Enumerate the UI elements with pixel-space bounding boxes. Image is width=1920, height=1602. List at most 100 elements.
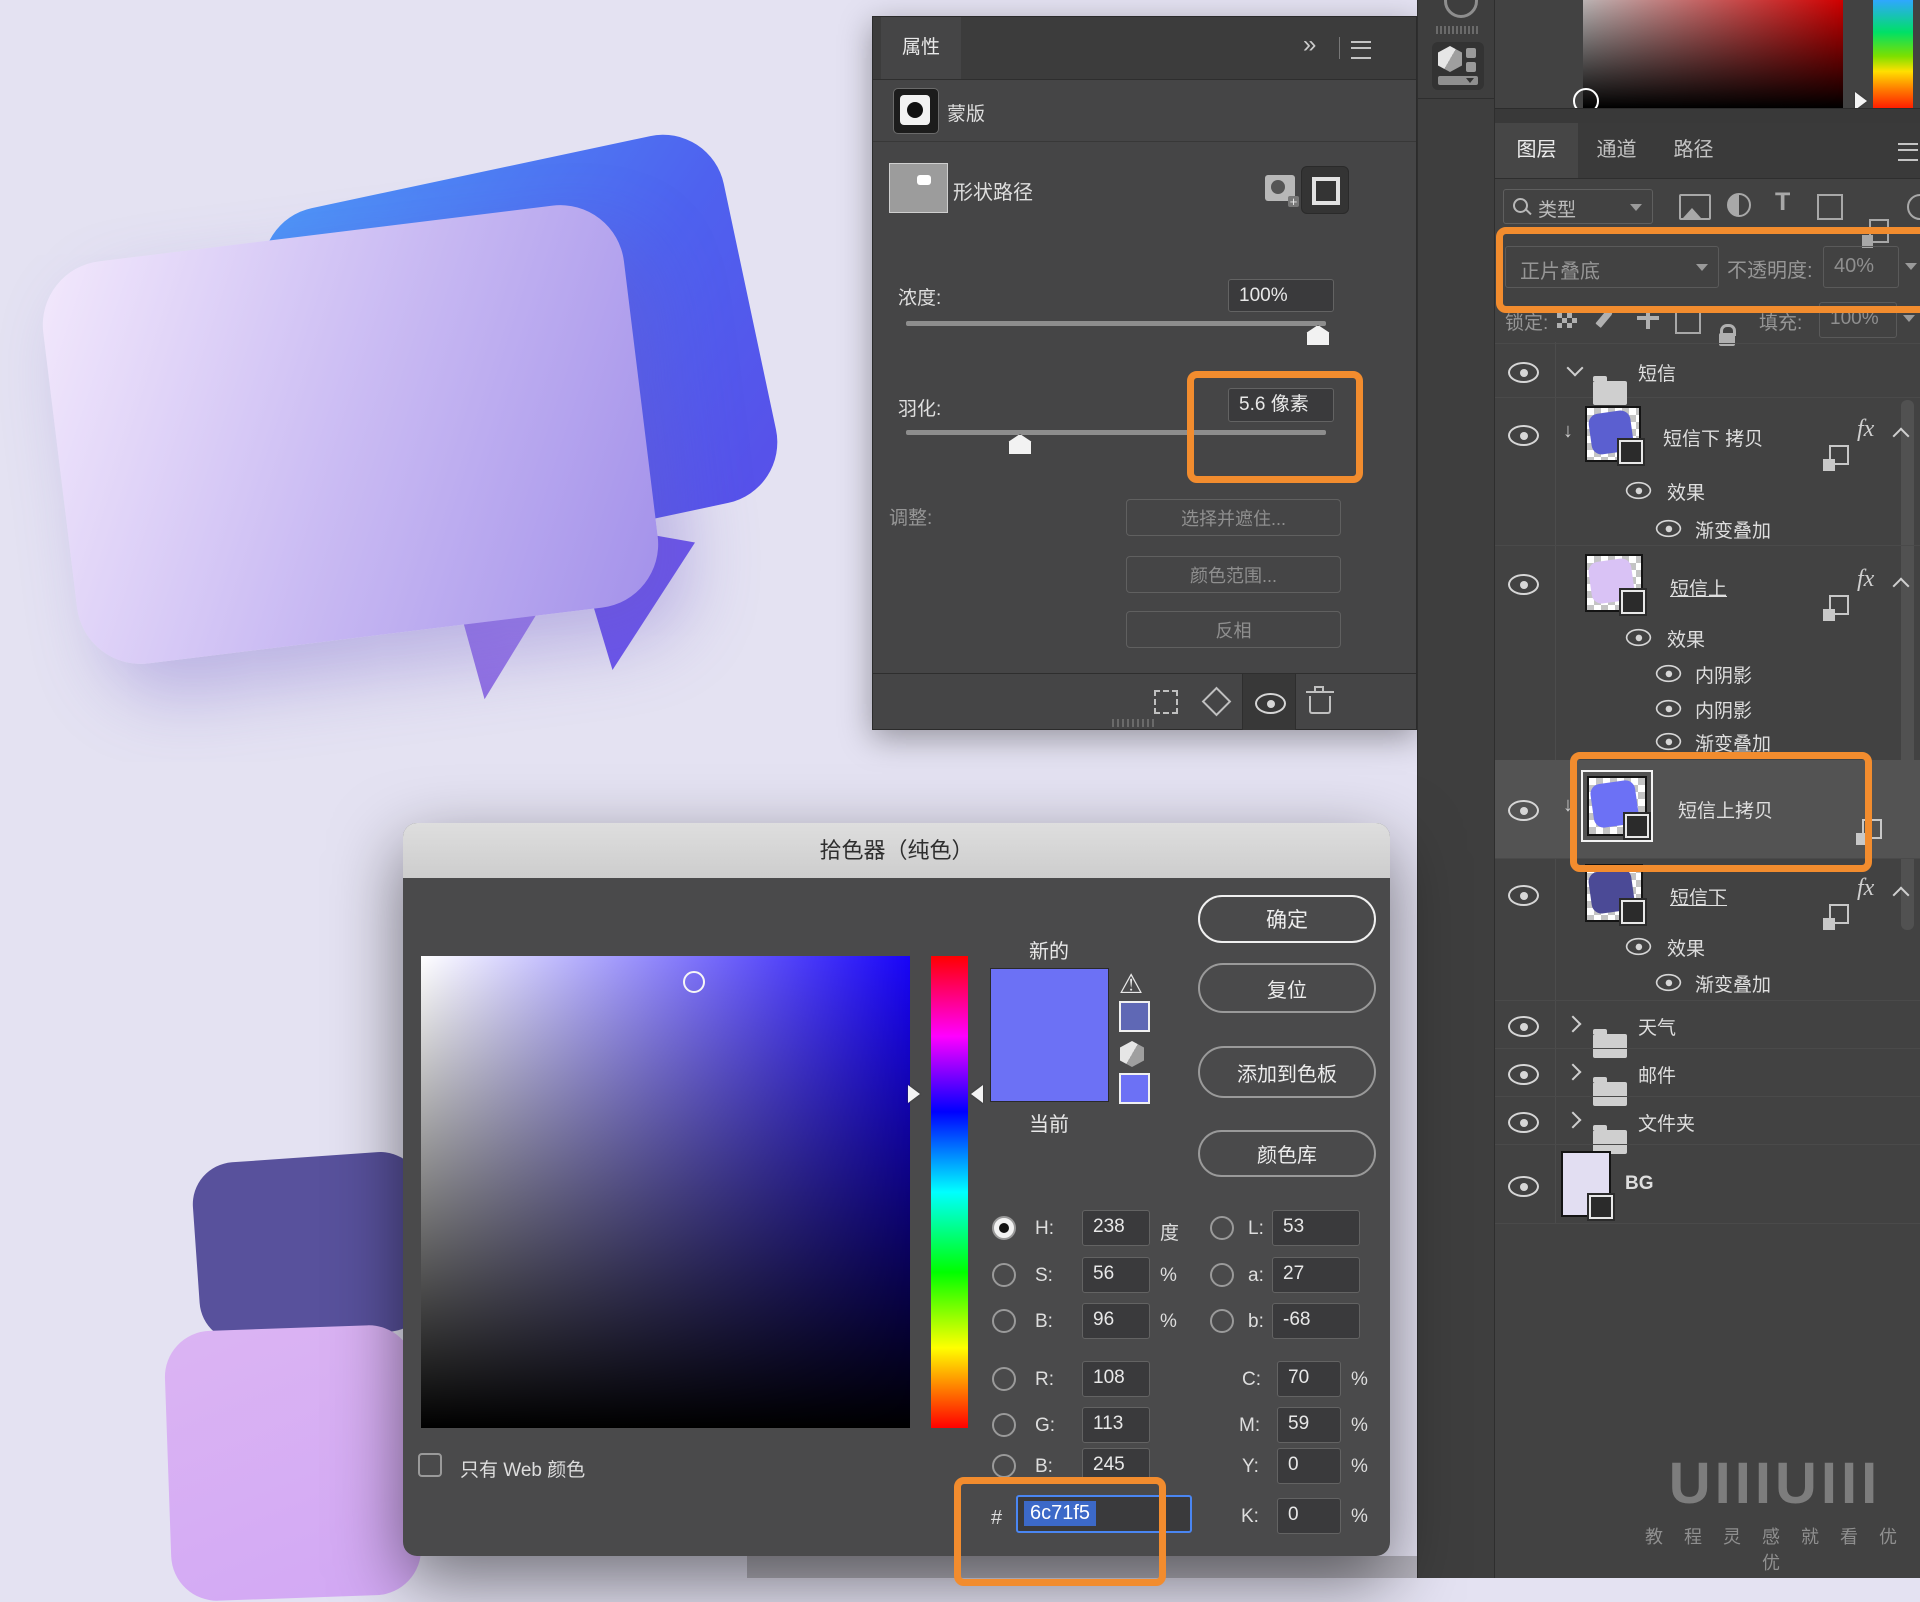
filter-adjustment-icon[interactable] — [1727, 193, 1751, 217]
field-r-input[interactable]: 108 — [1082, 1361, 1150, 1397]
group-expand-chevron-icon[interactable] — [1567, 360, 1584, 377]
reset-button[interactable]: 复位 — [1198, 963, 1376, 1013]
layer-row-duanxinshang[interactable]: 短信上 fx — [1495, 548, 1920, 618]
opacity-value-box[interactable]: 40% — [1823, 246, 1899, 288]
color-panel-hue-strip[interactable] — [1873, 0, 1913, 108]
load-selection-icon[interactable] — [1154, 690, 1178, 714]
web-colors-only-checkbox[interactable] — [418, 1453, 442, 1477]
layer-name[interactable]: 邮件 — [1638, 1061, 1676, 1088]
color-panel-field[interactable] — [1583, 0, 1843, 108]
field-a-input[interactable]: 27 — [1272, 1257, 1360, 1293]
lock-paint-icon[interactable] — [1595, 308, 1613, 328]
effect-item-row[interactable]: 内阴影 — [1495, 655, 1920, 690]
layer-row-group-tianqi[interactable]: 天气 — [1495, 1000, 1920, 1048]
group-collapsed-chevron-icon[interactable] — [1565, 1112, 1582, 1129]
density-slider-track[interactable] — [906, 321, 1326, 326]
effect-eye-icon[interactable] — [1656, 520, 1681, 537]
layers-panel-menu-icon[interactable] — [1898, 143, 1918, 161]
effects-row[interactable]: 效果 — [1495, 618, 1920, 655]
add-mask-icon[interactable] — [1265, 175, 1295, 201]
field-g-input[interactable]: 113 — [1082, 1407, 1150, 1443]
collapse-effects-chevron-icon[interactable] — [1893, 887, 1910, 904]
radio-l[interactable] — [1210, 1216, 1234, 1240]
field-h-input[interactable]: 238 — [1082, 1210, 1150, 1246]
effect-item-row[interactable]: 渐变叠加 — [1495, 964, 1920, 999]
effects-row[interactable]: 效果 — [1495, 470, 1920, 510]
tab-paths[interactable]: 路径 — [1655, 123, 1732, 178]
select-and-mask-button[interactable]: 选择并遮住... — [1126, 499, 1341, 536]
fill-dropdown-arrow[interactable] — [1903, 315, 1915, 322]
hue-strip[interactable] — [931, 956, 968, 1428]
lock-transparency-icon[interactable] — [1557, 308, 1577, 328]
layer-thumbnail[interactable] — [1561, 1151, 1611, 1217]
dock-properties-button[interactable] — [1432, 42, 1484, 90]
effect-eye-icon[interactable] — [1656, 733, 1681, 750]
web-safe-swatch[interactable] — [1119, 1073, 1150, 1104]
group-collapsed-chevron-icon[interactable] — [1565, 1016, 1582, 1033]
field-b-input[interactable]: 96 — [1082, 1303, 1150, 1339]
radio-a[interactable] — [1210, 1263, 1234, 1287]
panel-collapse-icon[interactable]: » — [1303, 31, 1316, 59]
web-safe-cube-icon[interactable] — [1120, 1041, 1144, 1067]
feather-value[interactable]: 5.6 像素 — [1228, 388, 1334, 422]
hex-input[interactable]: 6c71f5 — [1016, 1495, 1192, 1533]
fx-icon[interactable]: fx — [1857, 416, 1874, 443]
collapse-effects-chevron-icon[interactable] — [1893, 578, 1910, 595]
lock-artboard-icon[interactable] — [1675, 308, 1701, 334]
delete-mask-icon[interactable] — [1309, 696, 1331, 714]
layer-thumbnail-selected[interactable] — [1587, 776, 1647, 836]
opacity-dropdown-arrow[interactable] — [1905, 263, 1917, 270]
dock-grip[interactable] — [1436, 26, 1478, 34]
layer-name[interactable]: 短信下 拷贝 — [1663, 424, 1763, 451]
effect-item-row[interactable]: 渐变叠加 — [1495, 510, 1920, 545]
panel-resize-grip[interactable] — [1112, 719, 1156, 727]
panel-menu-icon[interactable] — [1351, 41, 1371, 59]
layer-name[interactable]: 短信上 — [1670, 574, 1727, 601]
radio-h[interactable] — [992, 1216, 1016, 1240]
fx-icon[interactable]: fx — [1857, 875, 1874, 902]
vector-mask-button[interactable] — [1301, 166, 1349, 214]
blend-mode-dropdown[interactable]: 正片叠底 — [1505, 246, 1719, 288]
visibility-eye-icon[interactable] — [1508, 1016, 1539, 1037]
shape-path-thumbnail[interactable] — [889, 163, 948, 213]
effects-eye-icon[interactable] — [1626, 938, 1651, 955]
gamut-warning-icon[interactable]: ⚠ — [1119, 969, 1143, 1000]
color-libraries-button[interactable]: 颜色库 — [1198, 1130, 1376, 1177]
color-field[interactable] — [421, 956, 910, 1428]
tab-properties[interactable]: 属性 — [881, 17, 961, 79]
dialog-title-bar[interactable]: 拾色器（纯色） — [403, 823, 1390, 878]
effect-eye-icon[interactable] — [1656, 700, 1681, 717]
collapse-effects-chevron-icon[interactable] — [1893, 428, 1910, 445]
visibility-eye-icon[interactable] — [1508, 800, 1539, 821]
add-to-swatches-button[interactable]: 添加到色板 — [1198, 1046, 1376, 1098]
hue-marker-left[interactable] — [908, 1085, 920, 1103]
radio-s[interactable] — [992, 1263, 1016, 1287]
layer-name[interactable]: 短信下 — [1670, 883, 1727, 910]
field-l-input[interactable]: 53 — [1272, 1210, 1360, 1246]
visibility-eye-icon[interactable] — [1508, 885, 1539, 906]
field-y-input[interactable]: 0 — [1277, 1448, 1341, 1484]
effect-eye-icon[interactable] — [1656, 974, 1681, 991]
tab-layers[interactable]: 图层 — [1495, 123, 1578, 178]
filter-type-dropdown[interactable]: 类型 — [1503, 189, 1653, 224]
effect-item-row[interactable]: 内阴影 — [1495, 690, 1920, 725]
field-blab-input[interactable]: -68 — [1272, 1303, 1360, 1339]
layer-row-group-duanxin[interactable]: 短信 — [1495, 343, 1920, 398]
visibility-eye-icon[interactable] — [1508, 1064, 1539, 1085]
apply-mask-icon[interactable] — [1202, 687, 1232, 717]
layer-row-group-youjian[interactable]: 邮件 — [1495, 1048, 1920, 1096]
radio-b-lab[interactable] — [1210, 1309, 1234, 1333]
field-c-input[interactable]: 70 — [1277, 1361, 1341, 1397]
radio-b[interactable] — [992, 1309, 1016, 1333]
visibility-eye-icon[interactable] — [1508, 1176, 1539, 1197]
layer-row-duanxinxia-kaobei[interactable]: ↓ 短信下 拷贝 fx — [1495, 398, 1920, 470]
hue-marker-right[interactable] — [971, 1085, 983, 1103]
field-k-input[interactable]: 0 — [1277, 1498, 1341, 1534]
field-m-input[interactable]: 59 — [1277, 1407, 1341, 1443]
density-value[interactable]: 100% — [1228, 279, 1334, 312]
layer-row-duanxinshang-kaobei-selected[interactable]: ↓ 短信上拷贝 — [1495, 760, 1920, 858]
layer-name[interactable]: 文件夹 — [1638, 1109, 1695, 1136]
fill-value-box[interactable]: 100% — [1819, 302, 1897, 338]
filter-shape-layers-icon[interactable] — [1817, 194, 1843, 220]
fx-icon[interactable]: fx — [1857, 566, 1874, 593]
